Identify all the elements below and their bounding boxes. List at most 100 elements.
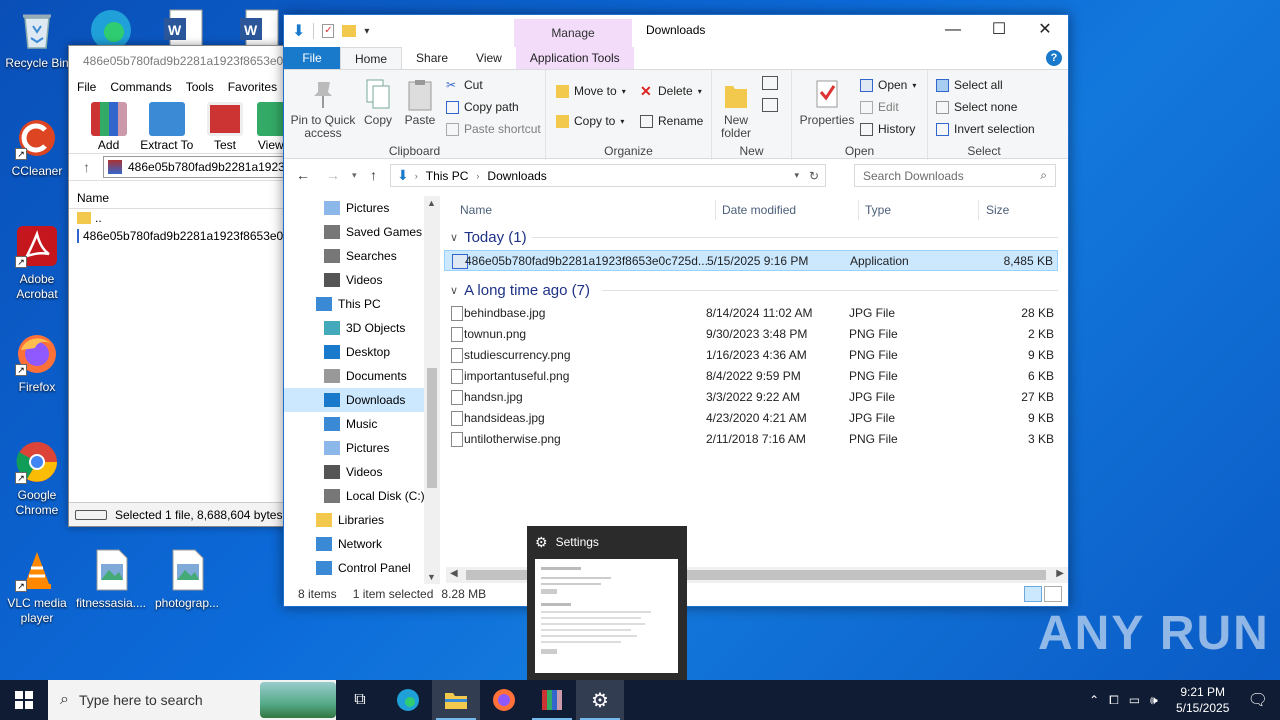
select-all-button[interactable]: Select all xyxy=(936,78,1003,92)
winrar-menu-tools[interactable]: Tools xyxy=(186,80,214,94)
cut-button[interactable]: ✂ Cut xyxy=(446,78,483,92)
history-button[interactable]: History xyxy=(860,122,915,136)
desktop-icon-firefox[interactable]: ↗ Firefox xyxy=(0,332,74,395)
nav-item[interactable]: Videos xyxy=(284,268,440,292)
nav-item[interactable]: Libraries xyxy=(284,508,440,532)
scroll-right-icon[interactable]: ▶ xyxy=(1056,568,1064,579)
copy-to-button[interactable]: Copy to ▾ xyxy=(556,114,624,128)
desktop-icon-vlc[interactable]: ↗ VLC media player xyxy=(0,548,74,626)
rename-button[interactable]: Rename xyxy=(640,114,703,128)
address-dropdown-icon[interactable]: ▾ xyxy=(794,170,799,181)
move-to-button[interactable]: Move to ▾ xyxy=(556,84,626,98)
maximize-button[interactable]: ☐ xyxy=(976,15,1022,45)
tab-share[interactable]: Share xyxy=(402,47,462,69)
network-icon[interactable]: ▭ xyxy=(1129,693,1140,707)
nav-item[interactable]: Saved Games xyxy=(284,220,440,244)
taskbar-edge[interactable] xyxy=(384,680,432,720)
nav-item[interactable]: Local Disk (C:) xyxy=(284,484,440,508)
pin-quick-access-button[interactable]: Pin to Quick access xyxy=(290,78,356,140)
nav-item[interactable]: 3D Objects xyxy=(284,316,440,340)
taskbar-firefox[interactable] xyxy=(480,680,528,720)
winrar-add-button[interactable]: Add xyxy=(83,102,134,153)
nav-item[interactable]: Music xyxy=(284,412,440,436)
desktop-icon-edge-partial[interactable] xyxy=(86,6,136,50)
nav-item[interactable]: Network xyxy=(284,532,440,556)
open-button[interactable]: Open ▾ xyxy=(860,78,916,92)
winrar-menu-favorites[interactable]: Favorites xyxy=(228,80,277,94)
minimize-button[interactable]: — xyxy=(930,15,976,45)
paste-button[interactable]: Paste xyxy=(400,78,440,127)
taskbar-search-box[interactable]: ⌕ Type here to search xyxy=(48,680,336,720)
properties-check-icon[interactable]: ✓ xyxy=(322,24,335,38)
desktop-icon-ccleaner[interactable]: ↗ CCleaner xyxy=(0,116,74,179)
invert-selection-button[interactable]: Invert selection xyxy=(936,122,1035,136)
desktop-icon-word-1[interactable]: W xyxy=(162,8,206,47)
file-row[interactable]: untilotherwise.png 2/11/2018 7:16 AM PNG F… xyxy=(444,429,1058,450)
back-arrow-icon[interactable]: ← xyxy=(296,167,310,183)
winrar-view-button[interactable]: View xyxy=(256,102,285,153)
desktop-icon-recycle-bin[interactable]: Recycle Bin xyxy=(0,8,74,71)
explorer-titlebar[interactable]: ⬇ ✓ ▾ Manage Downloads — ☐ ✕ xyxy=(284,15,1068,47)
volume-icon[interactable]: 🕪 xyxy=(1150,693,1158,708)
nav-item[interactable]: Documents xyxy=(284,364,440,388)
scroll-down-icon[interactable]: ▼ xyxy=(427,572,436,582)
large-icons-view-icon[interactable] xyxy=(1044,586,1062,602)
scroll-up-icon[interactable]: ▲ xyxy=(427,198,436,208)
clock[interactable]: 9:21 PM 5/15/2025 xyxy=(1168,684,1238,716)
desktop-icon-word-2[interactable]: W xyxy=(238,8,282,47)
tab-home[interactable]: Home xyxy=(340,47,403,69)
manage-contextual-tab[interactable]: Manage xyxy=(514,19,632,47)
winrar-column-name[interactable]: Name xyxy=(69,187,285,209)
nav-item[interactable]: Pictures xyxy=(284,196,440,220)
customize-qat-icon[interactable]: ▾ xyxy=(364,26,369,37)
desktop-icon-google-chrome[interactable]: ↗ Google Chrome xyxy=(0,440,74,518)
select-none-button[interactable]: Select none xyxy=(936,100,1017,114)
group-header[interactable]: ∨ A long time ago (7) xyxy=(442,277,1068,303)
file-row[interactable]: 486e05b780fad9b2281a1923f8653e0c725d... 5… xyxy=(444,250,1058,271)
column-size[interactable]: Size xyxy=(986,203,1009,217)
column-type[interactable]: Type xyxy=(865,203,891,217)
search-input[interactable]: Search Downloads ⌕ xyxy=(854,164,1056,187)
show-hidden-icons-chevron-icon[interactable]: ⌃ xyxy=(1089,693,1099,707)
column-name[interactable]: Name xyxy=(460,203,492,217)
collapse-chevron-icon[interactable]: ∨ xyxy=(450,231,458,244)
address-bar[interactable]: ⬇ › This PC › Downloads ▾ ↻ xyxy=(390,164,826,187)
winrar-menu-commands[interactable]: Commands xyxy=(110,80,171,94)
winrar-window[interactable]: 486e05b780fad9b2281a1923f8653e0c File Co… xyxy=(68,45,286,527)
winrar-titlebar[interactable]: 486e05b780fad9b2281a1923f8653e0c xyxy=(69,46,285,76)
forward-arrow-icon[interactable]: → xyxy=(326,167,340,183)
nav-item[interactable]: This PC xyxy=(284,292,440,316)
nav-item[interactable]: Pictures xyxy=(284,436,440,460)
new-folder-icon[interactable] xyxy=(342,25,357,37)
task-view-button[interactable]: ⧉ xyxy=(336,680,384,720)
column-date-modified[interactable]: Date modified xyxy=(722,203,796,217)
file-row[interactable]: handsideas.jpg 4/23/2020 4:21 AM JPG File 9… xyxy=(444,408,1058,429)
breadcrumb-this-pc[interactable]: This PC xyxy=(426,169,469,183)
file-row[interactable]: importantuseful.png 8/4/2022 9:59 PM PNG F… xyxy=(444,366,1058,387)
notification-center-icon[interactable]: 🗨 xyxy=(1248,690,1268,710)
file-row[interactable]: studiescurrency.png 1/16/2023 4:36 AM PNG … xyxy=(444,345,1058,366)
nav-scroll-thumb[interactable] xyxy=(427,368,437,488)
tab-file[interactable]: File xyxy=(284,47,340,69)
paste-shortcut-button[interactable]: Paste shortcut xyxy=(446,122,541,136)
new-item-icon[interactable] xyxy=(762,76,778,90)
taskbar-winrar[interactable] xyxy=(528,680,576,720)
start-button[interactable] xyxy=(0,680,48,720)
easy-access-icon[interactable] xyxy=(762,98,778,112)
copy-path-button[interactable]: Copy path xyxy=(446,100,519,114)
winrar-test-button[interactable]: Test xyxy=(199,102,250,153)
desktop-icon-photograp[interactable]: photograp... xyxy=(150,548,224,611)
new-folder-button[interactable]: New folder xyxy=(716,78,756,140)
nav-item[interactable]: Searches xyxy=(284,244,440,268)
explorer-window[interactable]: ⬇ ✓ ▾ Manage Downloads — ☐ ✕ File Home S… xyxy=(283,14,1069,607)
winrar-menu-file[interactable]: File xyxy=(77,80,96,94)
tab-application-tools[interactable]: Application Tools xyxy=(515,47,634,69)
winrar-list-item[interactable]: 486e05b780fad9b2281a1923f8653e0c xyxy=(69,227,285,245)
details-view-icon[interactable] xyxy=(1024,586,1042,602)
nav-item[interactable]: Desktop xyxy=(284,340,440,364)
meet-now-icon[interactable]: ⧠ xyxy=(1109,693,1119,708)
settings-thumbnail-preview[interactable]: ⚙ Settings xyxy=(527,526,687,680)
winrar-list-item[interactable]: .. xyxy=(69,209,285,227)
file-row[interactable]: handsn.jpg 3/3/2022 9:22 AM JPG File 27 KB xyxy=(444,387,1058,408)
breadcrumb-downloads[interactable]: Downloads xyxy=(487,169,546,183)
